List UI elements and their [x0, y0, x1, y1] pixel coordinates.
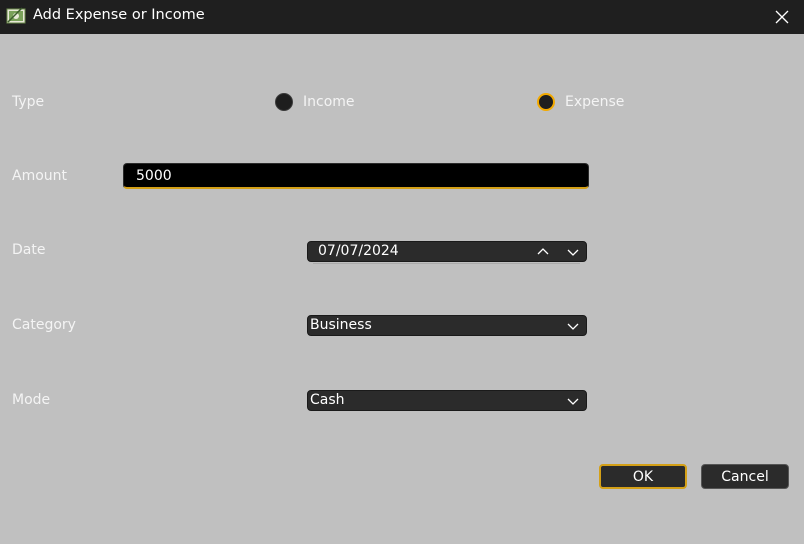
category-select[interactable]: Business	[307, 315, 587, 336]
amount-input[interactable]	[123, 163, 589, 189]
title-bar: Add Expense or Income	[0, 0, 804, 34]
income-radio-indicator	[275, 93, 293, 111]
type-label: Type	[12, 94, 45, 110]
window-title: Add Expense or Income	[33, 7, 205, 23]
amount-label: Amount	[12, 168, 68, 184]
chevron-up-icon[interactable]	[536, 246, 550, 258]
income-radio-label: Income	[303, 94, 355, 110]
date-value: 07/07/2024	[318, 243, 399, 259]
chevron-down-icon[interactable]	[566, 246, 580, 258]
date-picker[interactable]: 07/07/2024	[307, 241, 587, 264]
chevron-down-icon	[567, 323, 579, 330]
expense-radio-label: Expense	[565, 94, 625, 110]
close-button[interactable]	[760, 0, 804, 34]
close-icon	[775, 10, 789, 24]
cancel-button[interactable]: Cancel	[701, 464, 789, 489]
mode-select[interactable]: Cash	[307, 390, 587, 411]
category-value: Business	[310, 317, 372, 333]
expense-radio-indicator	[537, 93, 555, 111]
ok-button[interactable]: OK	[599, 464, 687, 489]
date-label: Date	[12, 242, 46, 258]
income-radio[interactable]: Income	[275, 93, 355, 111]
money-app-icon	[6, 7, 26, 24]
mode-label: Mode	[12, 392, 51, 408]
expense-radio[interactable]: Expense	[537, 93, 624, 111]
category-label: Category	[12, 317, 76, 333]
mode-value: Cash	[310, 392, 345, 408]
date-underline	[313, 263, 580, 264]
chevron-down-icon	[567, 398, 579, 405]
